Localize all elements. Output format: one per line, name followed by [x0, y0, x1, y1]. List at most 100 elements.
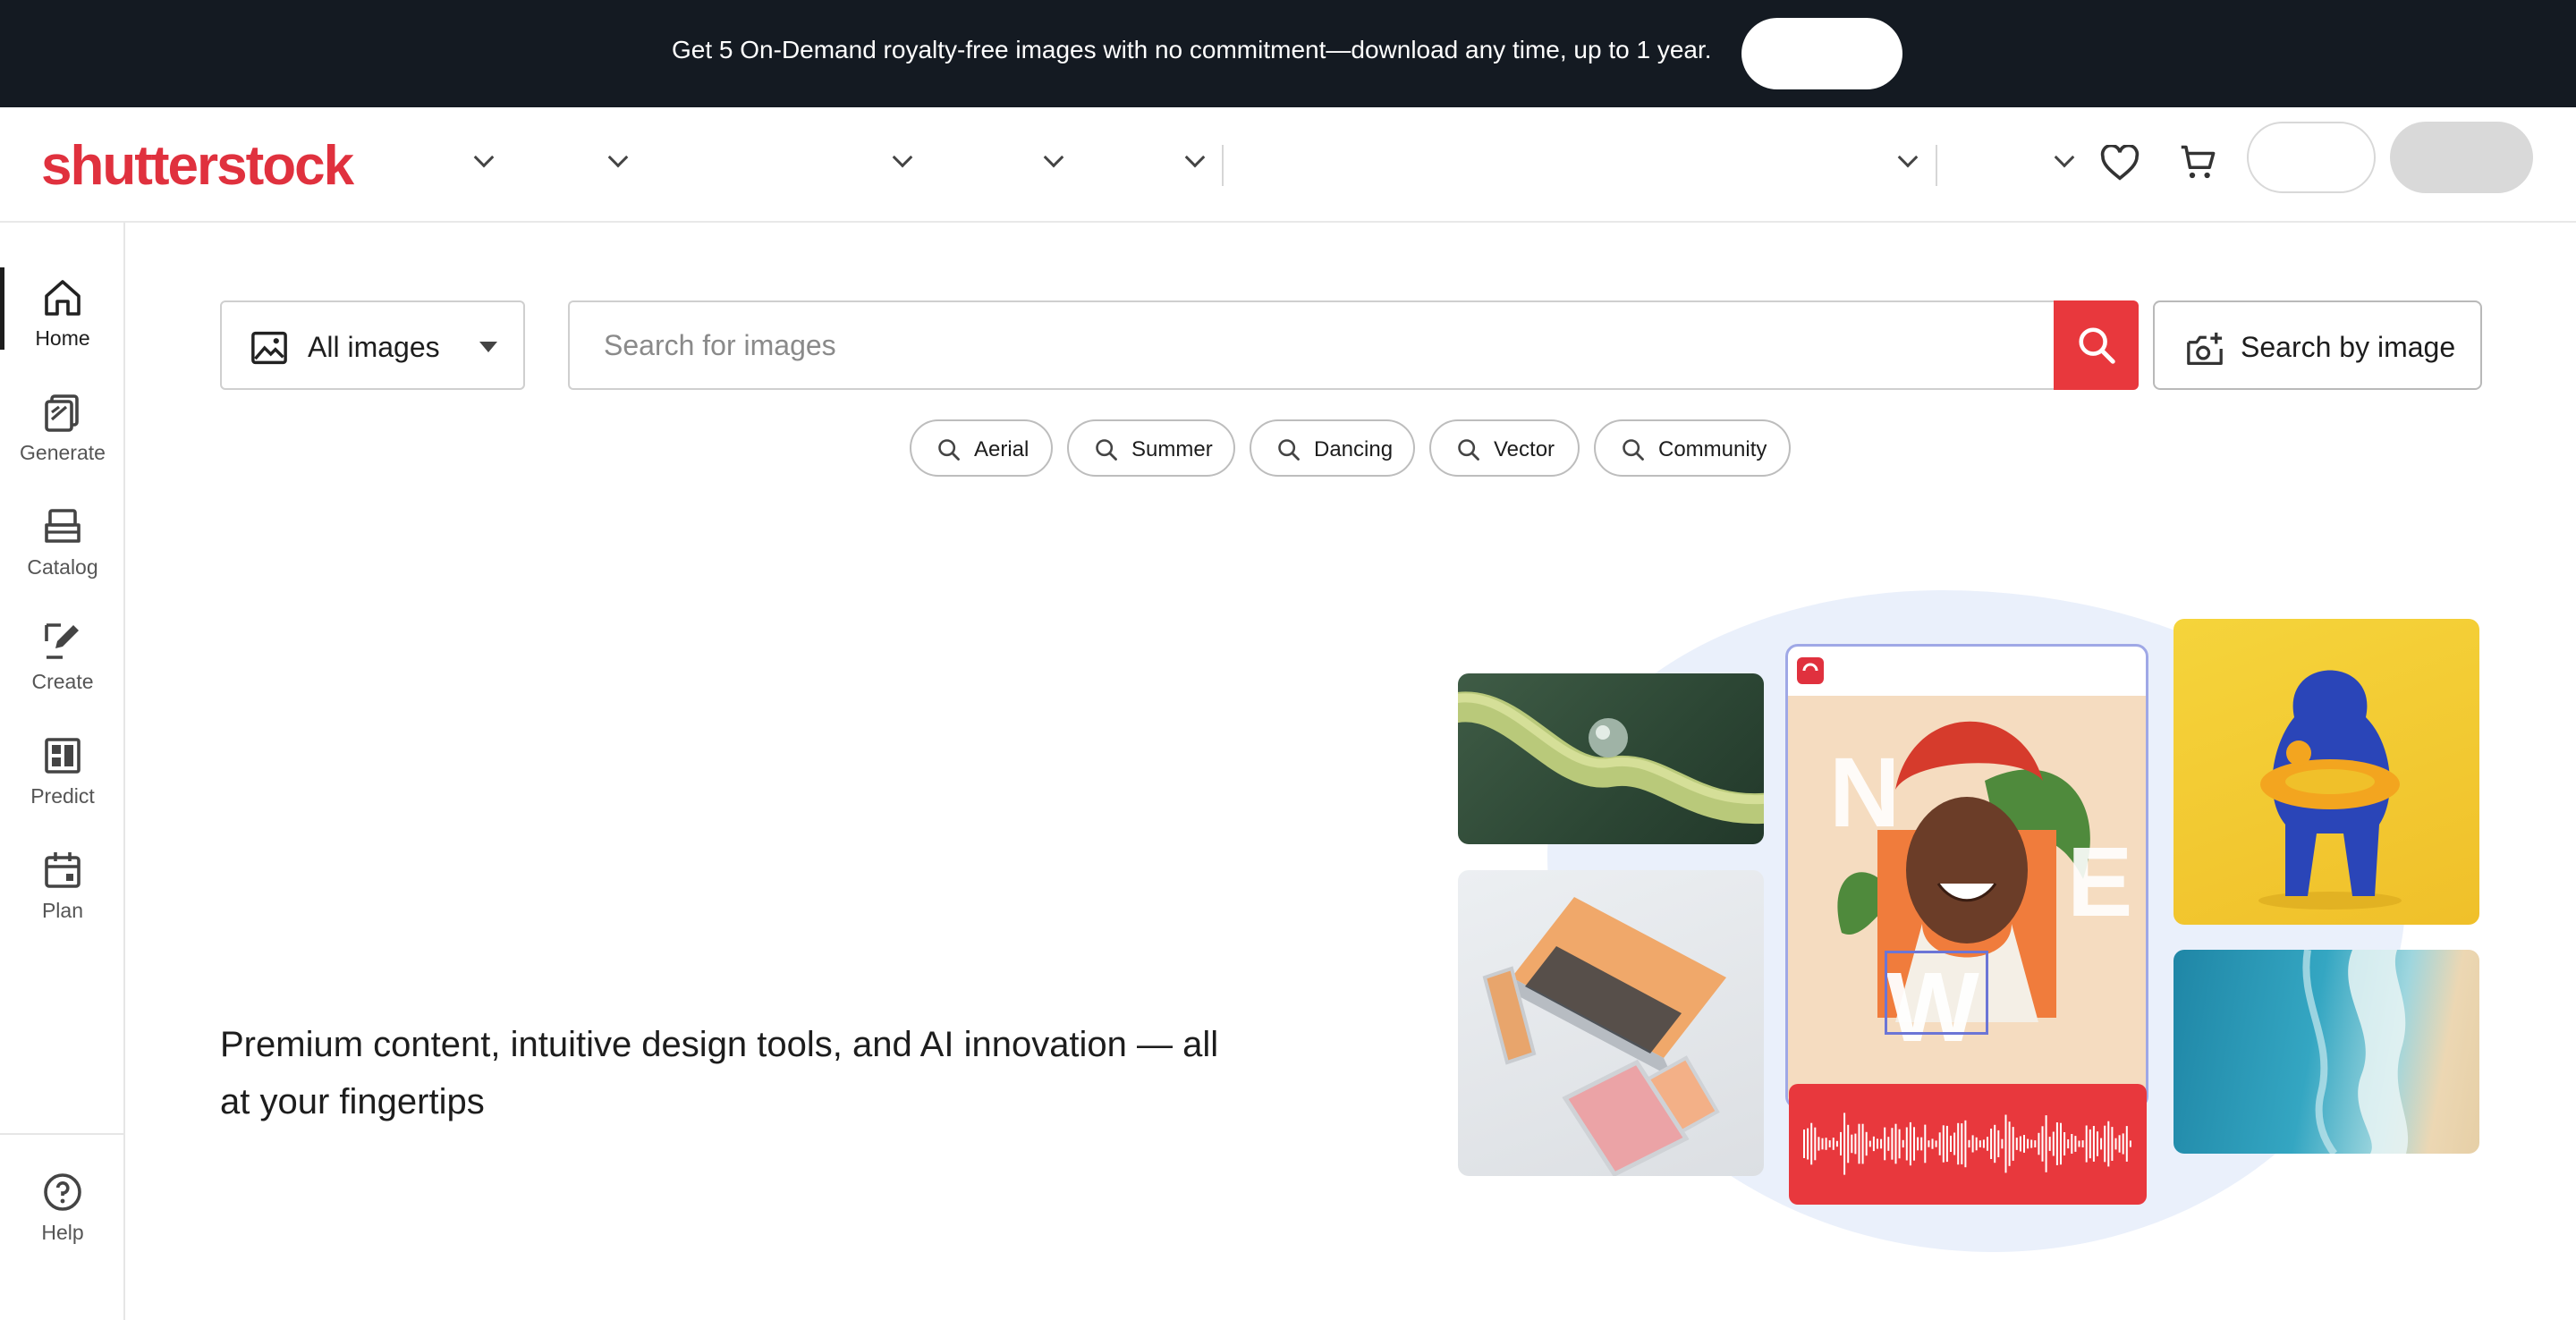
waveform-bar — [1964, 1120, 1967, 1168]
sidebar-item-predict[interactable]: Predict — [0, 725, 125, 825]
laptop-devices-image — [1458, 870, 1764, 1176]
waveform-bar — [2097, 1131, 2098, 1156]
waveform-bar — [2107, 1121, 2110, 1167]
sidebar-item-generate[interactable]: Generate — [0, 382, 125, 482]
waveform-bar — [1835, 1140, 1838, 1147]
favorites-heart-icon[interactable] — [2095, 138, 2145, 188]
image-icon — [250, 331, 288, 369]
waveform-bar — [2030, 1139, 2033, 1148]
nav-solutions-chevron-down-icon[interactable] — [1897, 147, 1919, 168]
waveform-bar — [1825, 1138, 1827, 1150]
waveform-bar — [1828, 1140, 1831, 1147]
login-button[interactable] — [2247, 122, 2376, 193]
nav-video-chevron-down-icon[interactable] — [607, 147, 629, 168]
waveform-bar — [1840, 1131, 1842, 1155]
signup-button[interactable] — [2390, 122, 2533, 193]
search-by-image-button[interactable]: Search by image — [2153, 300, 2482, 390]
catalog-icon — [41, 505, 84, 548]
blue-creature-image — [2174, 619, 2479, 925]
camera-plus-icon — [2185, 331, 2224, 369]
suggestion-chip-summer[interactable]: Summer — [1067, 419, 1235, 477]
suggestion-chip-aerial[interactable]: Aerial — [910, 419, 1053, 477]
waveform-bar — [2111, 1127, 2114, 1161]
shutterstock-logo[interactable]: shutterstock — [41, 134, 354, 198]
waveform-bar — [2129, 1140, 2131, 1147]
waveform-bar — [1971, 1135, 1974, 1153]
waveform-bar — [1994, 1124, 1996, 1163]
waveform-bar — [2015, 1138, 2018, 1150]
waveform-bar — [2078, 1140, 2080, 1147]
sidebar-item-plan[interactable]: Plan — [0, 840, 125, 940]
waveform-bar — [2038, 1132, 2040, 1155]
waveform-bar — [2071, 1134, 2073, 1154]
sidebar-item-home[interactable]: Home — [0, 267, 125, 368]
waveform-bar — [2004, 1114, 2007, 1173]
beach-aerial-image — [2174, 950, 2479, 1154]
cart-icon[interactable] — [2174, 138, 2224, 188]
search-input[interactable] — [568, 300, 2055, 390]
sidebar-item-label: Generate — [20, 441, 106, 464]
waveform-bar — [1987, 1137, 1988, 1151]
waveform-bar — [1843, 1113, 1846, 1175]
waveform-bar — [2048, 1137, 2051, 1151]
sidebar-item-help[interactable]: Help — [0, 1162, 125, 1262]
waveform-bar — [1957, 1122, 1960, 1165]
waveform-bar — [1913, 1127, 1915, 1161]
header-divider — [1222, 145, 1224, 186]
waveform-bar — [1931, 1138, 1934, 1149]
asset-type-select[interactable]: All images — [220, 300, 525, 390]
suggestion-chip-dancing[interactable]: Dancing — [1250, 419, 1415, 477]
waveform-bar — [2001, 1138, 2004, 1149]
waveform-bar — [1814, 1127, 1817, 1161]
waveform-bar — [2055, 1122, 2058, 1165]
language-chevron-down-icon[interactable] — [2054, 147, 2075, 168]
waveform-bar — [1872, 1136, 1875, 1152]
promo-cta-button[interactable] — [1741, 18, 1902, 89]
sidebar-item-catalog[interactable]: Catalog — [0, 496, 125, 597]
sidebar-item-label: Home — [35, 326, 90, 350]
waveform-bar — [2122, 1133, 2124, 1155]
sidebar-help-section: Help — [0, 1133, 125, 1320]
waveform-bar — [1821, 1138, 1824, 1150]
site-header: shutterstock — [0, 107, 2576, 223]
waveform-bar — [2060, 1122, 2062, 1165]
sidebar-item-create[interactable]: Create — [0, 611, 125, 711]
sidebar-item-label: Predict — [30, 784, 95, 808]
search-button[interactable] — [2054, 300, 2139, 390]
waveform-bar — [1884, 1127, 1886, 1161]
nav-templates-chevron-down-icon[interactable] — [1043, 147, 1064, 168]
sidebar-item-label: Create — [31, 670, 94, 693]
waveform-bar — [1953, 1132, 1956, 1155]
waveform-bar — [1832, 1138, 1835, 1150]
waveform-bar — [1945, 1125, 1948, 1163]
waveform-bar — [1868, 1140, 1871, 1147]
waveform-bar — [1891, 1128, 1894, 1160]
waveform-bar — [1877, 1138, 1878, 1149]
suggestion-chip-community[interactable]: Community — [1594, 419, 1791, 477]
search-icon — [1094, 437, 1119, 467]
search-icon — [2078, 327, 2115, 364]
chip-label: Dancing — [1314, 437, 1394, 461]
green-abstract-image — [1458, 673, 1764, 844]
search-icon — [936, 437, 962, 467]
waveform-bar — [1880, 1138, 1883, 1149]
waveform-bar — [2114, 1138, 2117, 1150]
chip-label: Vector — [1494, 437, 1555, 461]
waveform-bar — [2023, 1135, 2025, 1153]
sidebar-item-label: Help — [41, 1221, 84, 1244]
left-sidebar: Home Generate Catalog Create Predict Pla… — [0, 223, 125, 1320]
waveform-bar — [1950, 1135, 1952, 1152]
waveform-bar — [2067, 1139, 2070, 1149]
nav-more-chevron-down-icon[interactable] — [1184, 147, 1206, 168]
suggestion-chip-vector[interactable]: Vector — [1429, 419, 1580, 477]
waveform-bar — [2045, 1115, 2047, 1172]
selection-box — [1885, 951, 1988, 1035]
create-icon — [41, 620, 84, 663]
waveform-bar — [1961, 1123, 1963, 1164]
home-icon — [41, 276, 84, 319]
nav-images-chevron-down-icon[interactable] — [473, 147, 495, 168]
nav-music-chevron-down-icon[interactable] — [892, 147, 913, 168]
predict-icon — [41, 734, 84, 777]
asset-type-value: All images — [308, 331, 440, 363]
waveform-bar — [1917, 1137, 1919, 1151]
